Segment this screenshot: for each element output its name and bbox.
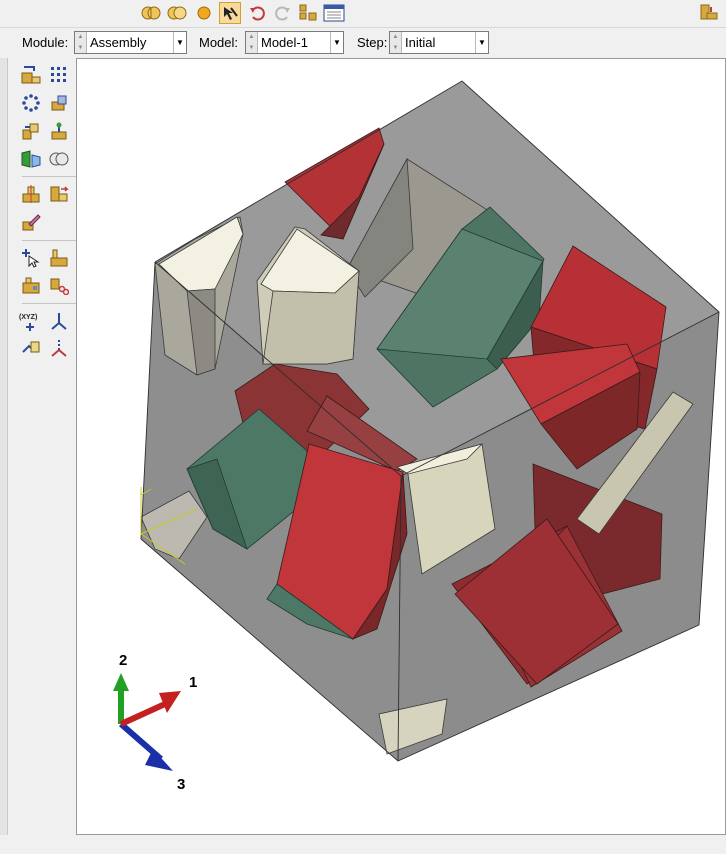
- face-to-face-icon[interactable]: [46, 182, 72, 206]
- radial-pattern-icon[interactable]: [18, 91, 44, 115]
- datum-axis-icon[interactable]: [46, 309, 72, 333]
- module-label: Module:: [22, 35, 69, 50]
- module-select[interactable]: ▲ ▼ Assembly ▼: [74, 31, 187, 54]
- datum-plane-icon[interactable]: [46, 246, 72, 270]
- partition-cut-icon[interactable]: [46, 273, 72, 297]
- assembly-toolbox: (XYZ): [8, 58, 78, 848]
- translate-instance-icon[interactable]: [18, 119, 44, 143]
- top-toolbar: [0, 0, 726, 28]
- datum-point-icon[interactable]: [18, 336, 44, 360]
- coord-button-label: (XYZ): [19, 314, 37, 321]
- part-manager-icon[interactable]: [698, 2, 720, 24]
- chevron-down-icon[interactable]: ▼: [475, 32, 488, 53]
- message-area-edge: [0, 835, 726, 854]
- render-solid-icon[interactable]: [193, 2, 215, 24]
- step-label: Step:: [357, 35, 388, 50]
- context-bar: Module: ▲ ▼ Assembly ▼ Model: ▲ ▼ Model-1 …: [0, 28, 726, 58]
- graphics-viewport[interactable]: 2 1 3: [76, 58, 726, 835]
- create-instance-icon[interactable]: [18, 63, 44, 87]
- query-arrow-icon[interactable]: [219, 2, 241, 24]
- chevron-down-icon[interactable]: ▼: [173, 32, 186, 53]
- redo-icon[interactable]: [272, 2, 294, 24]
- datum-csys-icon[interactable]: (XYZ): [18, 309, 44, 333]
- toolbox-separator: [22, 176, 78, 177]
- triad-axis-2-label: 2: [119, 652, 127, 669]
- triad-axis-3-label: 3: [177, 776, 185, 793]
- step-spin[interactable]: ▲ ▼: [390, 32, 402, 53]
- model-spin[interactable]: ▲ ▼: [246, 32, 258, 53]
- table-manager-icon[interactable]: [323, 2, 345, 24]
- model-value: Model-1: [261, 35, 308, 50]
- position-constraint-icon[interactable]: [18, 147, 44, 171]
- triad-axis-1-label: 1: [189, 674, 197, 691]
- query-select-icon[interactable]: [18, 246, 44, 270]
- edge-to-edge-icon[interactable]: [18, 182, 44, 206]
- render-hidden-icon[interactable]: [166, 2, 188, 24]
- pattern-grid-icon[interactable]: [46, 63, 72, 87]
- panel-splitter[interactable]: [0, 58, 8, 848]
- view-triad: 2 1 3: [113, 652, 197, 793]
- merge-cut-icon[interactable]: [46, 91, 72, 115]
- model-select[interactable]: ▲ ▼ Model-1 ▼: [245, 31, 344, 54]
- instance-tree-icon[interactable]: [297, 2, 319, 24]
- toolbox-separator: [22, 240, 78, 241]
- assembly-model-canvas[interactable]: 2 1 3: [77, 59, 726, 835]
- step-value: Initial: [405, 35, 436, 50]
- undo-icon[interactable]: [246, 2, 268, 24]
- edit-feature-icon[interactable]: [18, 210, 44, 234]
- model-label: Model:: [199, 35, 239, 50]
- module-value: Assembly: [90, 35, 147, 50]
- step-select[interactable]: ▲ ▼ Initial ▼: [389, 31, 489, 54]
- module-spin[interactable]: ▲ ▼: [75, 32, 87, 53]
- chevron-down-icon[interactable]: ▼: [330, 32, 343, 53]
- boolean-merge-icon[interactable]: [46, 147, 72, 171]
- datum-tri-axis-icon[interactable]: [46, 336, 72, 360]
- render-shaded-icon[interactable]: [140, 2, 162, 24]
- toolbox-separator: [22, 303, 78, 304]
- attach-lines-icon[interactable]: [18, 273, 44, 297]
- rotate-instance-icon[interactable]: [46, 119, 72, 143]
